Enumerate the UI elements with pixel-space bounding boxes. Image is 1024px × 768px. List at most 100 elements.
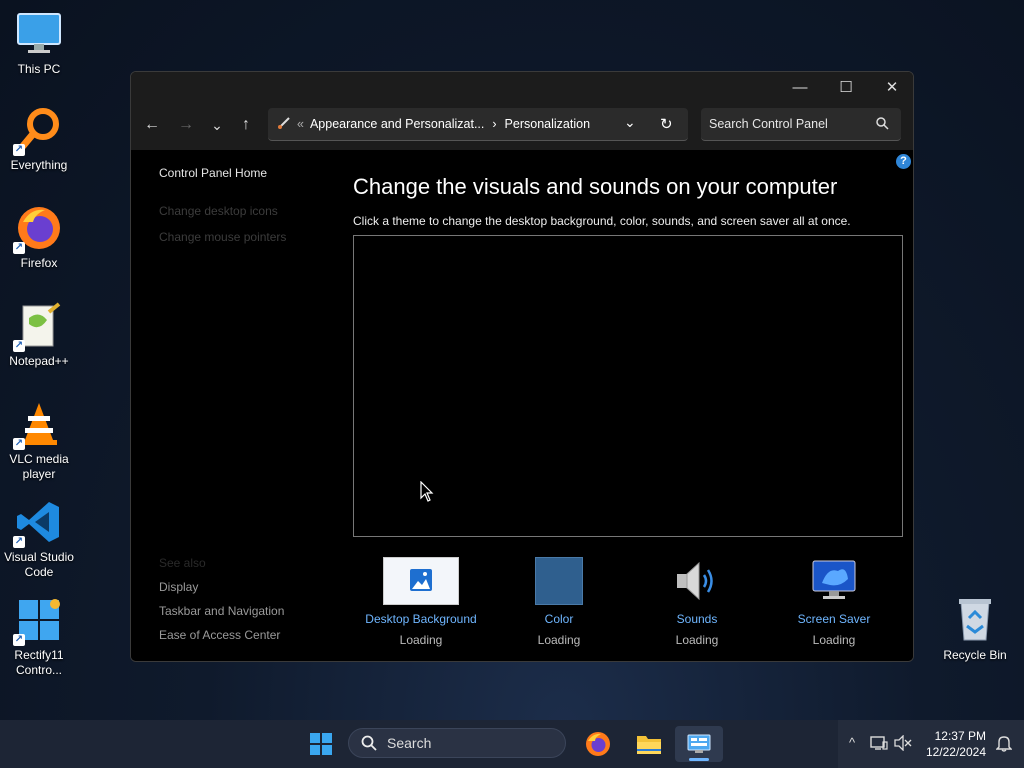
desktop-icon-label: VLC media player: [9, 452, 69, 481]
desktop-icon-label: Firefox: [20, 256, 58, 270]
taskbar-search[interactable]: Search: [348, 728, 566, 758]
shortcut-arrow-icon: ↗: [13, 536, 25, 548]
search-icon: [361, 735, 377, 751]
recent-locations-button[interactable]: ⌄: [204, 112, 230, 138]
volume-muted-icon[interactable]: [894, 734, 912, 756]
desktop-icon-firefox[interactable]: ↗ Firefox: [0, 204, 78, 271]
desktop-icon-label: Everything: [10, 158, 68, 172]
rectify11-icon: ↗: [13, 596, 63, 646]
forward-button[interactable]: →: [173, 112, 199, 138]
taskbar: Search ^ 12:37 PM 12/22/2024: [0, 720, 1024, 768]
start-button[interactable]: [303, 726, 339, 762]
color-tile[interactable]: Color Loading: [489, 556, 629, 647]
clock[interactable]: 12:37 PM 12/22/2024: [916, 728, 986, 760]
taskbar-file-explorer[interactable]: [631, 726, 667, 762]
desktop-icon-notepad-plus-plus[interactable]: ↗ Notepad++: [0, 302, 78, 369]
screen-saver-monitor-icon: [764, 556, 904, 606]
color-label[interactable]: Color: [489, 612, 629, 626]
desktop-icon-vlc[interactable]: ↗ VLC media player: [0, 400, 78, 482]
sounds-status: Loading: [675, 633, 719, 647]
vlc-cone-icon: ↗: [13, 400, 63, 450]
theme-list[interactable]: [353, 235, 903, 537]
active-indicator: [689, 758, 709, 761]
desktop-icon-label: Visual Studio Code: [4, 550, 74, 579]
control-panel-icon: [687, 734, 711, 753]
network-icon[interactable]: [870, 735, 888, 756]
desktop-icon-label: Notepad++: [9, 354, 69, 368]
mouse-cursor-icon: [420, 480, 434, 508]
desktop-icon-recycle-bin[interactable]: Recycle Bin: [936, 596, 1014, 663]
up-button[interactable]: ↑: [233, 112, 259, 138]
system-tray: ^ 12:37 PM 12/22/2024: [838, 720, 1024, 768]
address-bar[interactable]: « Appearance and Personalizat... › Perso…: [268, 108, 688, 141]
taskbar-control-panel[interactable]: [675, 726, 723, 762]
screen-saver-tile[interactable]: Screen Saver Loading: [764, 556, 904, 647]
desktop-background-status: Loading: [399, 633, 443, 647]
taskbar-navigation-link[interactable]: Taskbar and Navigation: [159, 604, 284, 618]
change-mouse-pointers-link[interactable]: Change mouse pointers: [159, 230, 339, 244]
desktop-icon-everything[interactable]: ↗ Everything: [0, 106, 78, 173]
file-explorer-icon: [637, 736, 661, 754]
control-panel-home-link[interactable]: Control Panel Home: [159, 166, 339, 180]
sounds-label[interactable]: Sounds: [627, 612, 767, 626]
clock-time: 12:37 PM: [934, 729, 986, 743]
screen-saver-status: Loading: [812, 633, 856, 647]
show-hidden-icons-button[interactable]: ^: [849, 735, 855, 750]
forward-arrow-icon: →: [178, 116, 194, 133]
desktop-icon-label: Recycle Bin: [943, 648, 1007, 662]
desktop-background-label[interactable]: Desktop Background: [351, 612, 491, 626]
screen-saver-label[interactable]: Screen Saver: [764, 612, 904, 626]
display-link[interactable]: Display: [159, 580, 198, 594]
page-title: Change the visuals and sounds on your co…: [353, 174, 838, 199]
page-description: Click a theme to change the desktop back…: [353, 214, 851, 228]
notepad-plus-plus-icon: ↗: [13, 302, 63, 352]
search-icon[interactable]: [876, 117, 889, 133]
refresh-button[interactable]: ↻: [660, 115, 673, 133]
shortcut-arrow-icon: ↗: [13, 438, 25, 450]
back-arrow-icon: ←: [144, 116, 160, 133]
breadcrumb-overflow[interactable]: «: [297, 117, 304, 131]
address-dropdown-button[interactable]: ⌄: [624, 114, 636, 131]
sounds-tile[interactable]: Sounds Loading: [627, 556, 767, 647]
firefox-icon: [586, 732, 610, 756]
firefox-icon: ↗: [13, 204, 63, 254]
desktop-icon-rectify11[interactable]: ↗ Rectify11 Contro...: [0, 596, 78, 678]
paintbrush-icon: [277, 116, 293, 133]
control-panel-window: — ☐ ✕ ← → ⌄ ↑ « Appearance and Personali…: [130, 71, 914, 662]
taskbar-firefox[interactable]: [580, 726, 616, 762]
breadcrumb-separator-icon: ›: [492, 117, 497, 131]
clock-date: 12/22/2024: [925, 745, 986, 759]
close-button[interactable]: ✕: [869, 72, 913, 102]
ease-of-access-link[interactable]: Ease of Access Center: [159, 628, 280, 642]
taskbar-search-label: Search: [387, 735, 432, 751]
content-area: Control Panel Home Change desktop icons …: [131, 150, 913, 661]
start-icon: [310, 733, 332, 755]
desktop-icon-vscode[interactable]: ↗ Visual Studio Code: [0, 498, 78, 580]
desktop-background-tile[interactable]: Desktop Background Loading: [351, 556, 491, 647]
breadcrumb-personalization[interactable]: Personalization: [505, 117, 590, 131]
desktop-icon-label: This PC: [17, 62, 61, 76]
chevron-down-icon: ⌄: [211, 116, 223, 133]
left-navigation-pane: Control Panel Home Change desktop icons …: [159, 166, 339, 642]
back-button[interactable]: ←: [139, 112, 165, 138]
see-also-heading: See also: [159, 556, 206, 570]
breadcrumb-appearance[interactable]: Appearance and Personalizat...: [310, 117, 484, 131]
shortcut-arrow-icon: ↗: [13, 242, 25, 254]
speaker-icon: [627, 556, 767, 606]
search-input[interactable]: Search Control Panel: [709, 117, 828, 131]
change-desktop-icons-link[interactable]: Change desktop icons: [159, 204, 339, 218]
color-status: Loading: [537, 633, 581, 647]
maximize-button[interactable]: ☐: [823, 72, 869, 102]
recycle-bin-icon: [951, 596, 999, 644]
up-arrow-icon: ↑: [242, 116, 250, 133]
shortcut-arrow-icon: ↗: [13, 340, 25, 352]
minimize-button[interactable]: —: [777, 72, 823, 102]
shortcut-arrow-icon: ↗: [13, 634, 25, 646]
vscode-icon: ↗: [13, 498, 63, 548]
magnifier-icon: ↗: [13, 106, 63, 156]
search-box[interactable]: Search Control Panel: [701, 108, 901, 141]
help-icon[interactable]: ?: [896, 154, 911, 169]
notification-bell-icon[interactable]: [995, 734, 1013, 757]
shortcut-arrow-icon: ↗: [13, 144, 25, 156]
desktop-icon-this-pc[interactable]: This PC: [0, 10, 78, 77]
